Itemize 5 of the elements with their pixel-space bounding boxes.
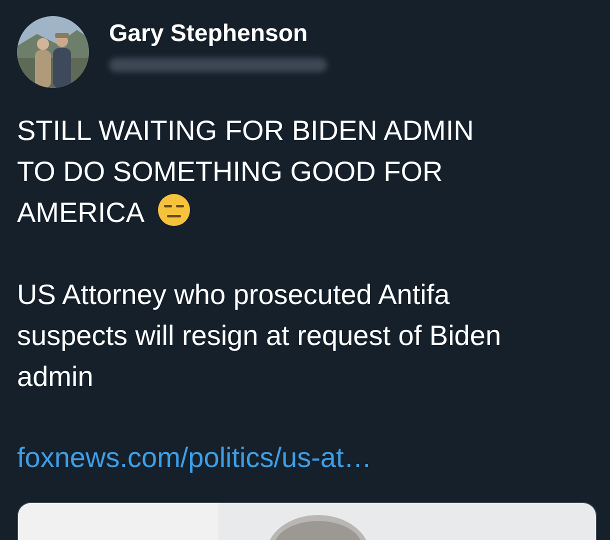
post-text: US Attorney who prosecuted Antifa suspects will resign at request of Biden admin	[17, 278, 502, 394]
article-link[interactable]: foxnews.com/politics/us-at…	[17, 437, 372, 478]
post-text: STILL WAITING FOR BIDEN ADMIN TO DO SOMETHING GOOD FOR AMERICA	[17, 114, 475, 230]
author-name[interactable]: Gary Stephenson	[109, 20, 327, 48]
expressionless-face-icon	[156, 193, 191, 227]
